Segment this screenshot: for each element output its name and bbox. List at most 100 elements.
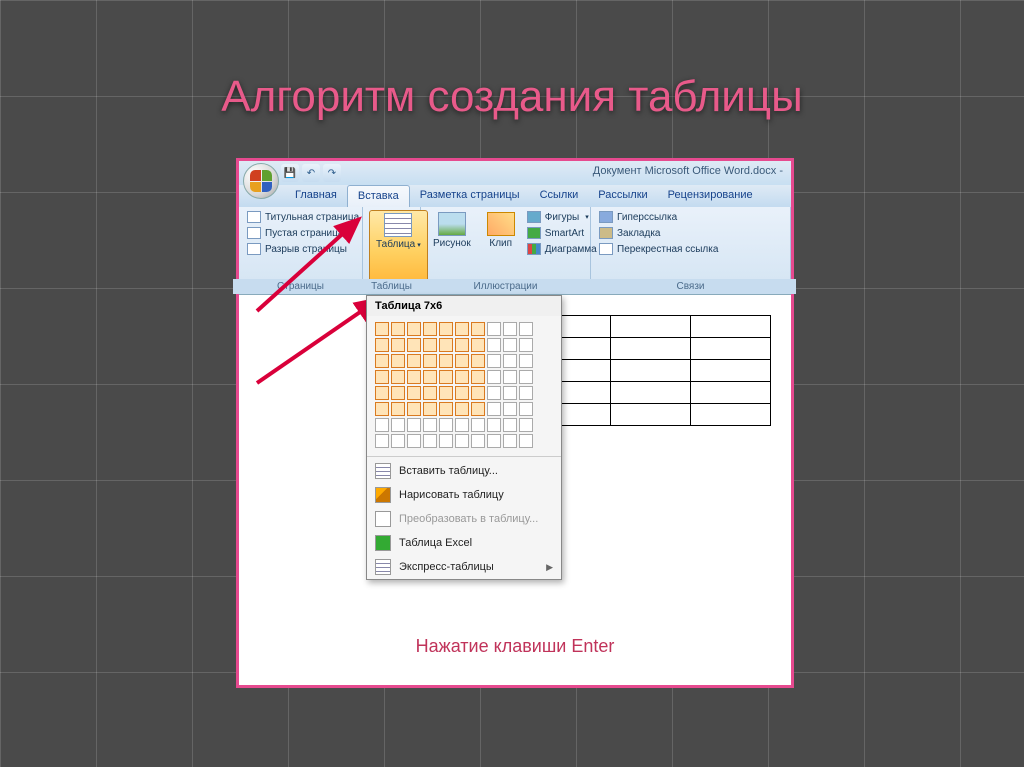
table-grid-picker[interactable]	[367, 316, 561, 454]
grid-cell[interactable]	[439, 354, 453, 368]
grid-cell[interactable]	[519, 402, 533, 416]
cmd-hyperlink[interactable]: Гиперссылка	[597, 210, 720, 224]
grid-cell[interactable]	[519, 354, 533, 368]
grid-cell[interactable]	[455, 354, 469, 368]
grid-cell[interactable]	[503, 434, 517, 448]
cmd-page-break[interactable]: Разрыв страницы	[245, 242, 361, 256]
grid-cell[interactable]	[519, 322, 533, 336]
grid-cell[interactable]	[519, 386, 533, 400]
grid-cell[interactable]	[407, 322, 421, 336]
grid-cell[interactable]	[503, 354, 517, 368]
grid-cell[interactable]	[391, 338, 405, 352]
grid-cell[interactable]	[487, 354, 501, 368]
grid-cell[interactable]	[423, 402, 437, 416]
grid-cell[interactable]	[375, 338, 389, 352]
grid-cell[interactable]	[439, 402, 453, 416]
grid-cell[interactable]	[407, 338, 421, 352]
grid-cell[interactable]	[439, 322, 453, 336]
grid-cell[interactable]	[375, 434, 389, 448]
grid-cell[interactable]	[375, 370, 389, 384]
grid-cell[interactable]	[487, 386, 501, 400]
dd-quick-tables[interactable]: Экспресс-таблицы▶	[367, 555, 561, 579]
office-button[interactable]	[243, 163, 279, 199]
cmd-crossref[interactable]: Перекрестная ссылка	[597, 242, 720, 256]
grid-cell[interactable]	[471, 338, 485, 352]
grid-cell[interactable]	[407, 354, 421, 368]
grid-cell[interactable]	[503, 370, 517, 384]
grid-cell[interactable]	[503, 418, 517, 432]
grid-cell[interactable]	[519, 418, 533, 432]
grid-cell[interactable]	[455, 434, 469, 448]
grid-cell[interactable]	[503, 386, 517, 400]
grid-cell[interactable]	[519, 370, 533, 384]
grid-cell[interactable]	[423, 354, 437, 368]
grid-cell[interactable]	[391, 354, 405, 368]
cmd-shapes[interactable]: Фигуры	[525, 210, 599, 224]
grid-cell[interactable]	[407, 418, 421, 432]
grid-cell[interactable]	[455, 322, 469, 336]
grid-cell[interactable]	[423, 370, 437, 384]
tab-home[interactable]: Главная	[285, 185, 347, 207]
grid-cell[interactable]	[487, 370, 501, 384]
grid-cell[interactable]	[423, 338, 437, 352]
cmd-cover-page[interactable]: Титульная страница	[245, 210, 361, 224]
grid-cell[interactable]	[423, 418, 437, 432]
grid-cell[interactable]	[471, 354, 485, 368]
grid-cell[interactable]	[407, 370, 421, 384]
grid-cell[interactable]	[439, 386, 453, 400]
qat-undo-icon[interactable]: ↶	[302, 164, 320, 182]
grid-cell[interactable]	[455, 386, 469, 400]
qat-redo-icon[interactable]: ↷	[323, 164, 341, 182]
cmd-smartart[interactable]: SmartArt	[525, 226, 599, 240]
grid-cell[interactable]	[487, 402, 501, 416]
grid-cell[interactable]	[471, 322, 485, 336]
tab-layout[interactable]: Разметка страницы	[410, 185, 530, 207]
tab-insert[interactable]: Вставка	[347, 185, 410, 207]
grid-cell[interactable]	[487, 338, 501, 352]
dd-insert-table[interactable]: Вставить таблицу...	[367, 459, 561, 483]
grid-cell[interactable]	[391, 418, 405, 432]
grid-cell[interactable]	[439, 418, 453, 432]
dd-draw-table[interactable]: Нарисовать таблицу	[367, 483, 561, 507]
grid-cell[interactable]	[375, 354, 389, 368]
grid-cell[interactable]	[407, 434, 421, 448]
grid-cell[interactable]	[391, 322, 405, 336]
grid-cell[interactable]	[471, 402, 485, 416]
grid-cell[interactable]	[503, 402, 517, 416]
grid-cell[interactable]	[391, 370, 405, 384]
grid-cell[interactable]	[391, 434, 405, 448]
grid-cell[interactable]	[487, 434, 501, 448]
grid-cell[interactable]	[471, 370, 485, 384]
dd-excel-table[interactable]: Таблица Excel	[367, 531, 561, 555]
cmd-chart[interactable]: Диаграмма	[525, 242, 599, 256]
grid-cell[interactable]	[471, 434, 485, 448]
grid-cell[interactable]	[503, 338, 517, 352]
grid-cell[interactable]	[503, 322, 517, 336]
cmd-blank-page[interactable]: Пустая страница	[245, 226, 361, 240]
tab-references[interactable]: Ссылки	[530, 185, 589, 207]
grid-cell[interactable]	[375, 386, 389, 400]
grid-cell[interactable]	[407, 402, 421, 416]
grid-cell[interactable]	[423, 386, 437, 400]
grid-cell[interactable]	[375, 418, 389, 432]
grid-cell[interactable]	[519, 434, 533, 448]
grid-cell[interactable]	[471, 386, 485, 400]
grid-cell[interactable]	[455, 402, 469, 416]
grid-cell[interactable]	[391, 386, 405, 400]
cmd-bookmark[interactable]: Закладка	[597, 226, 720, 240]
grid-cell[interactable]	[375, 322, 389, 336]
qat-save-icon[interactable]: 💾	[281, 164, 299, 182]
grid-cell[interactable]	[455, 370, 469, 384]
grid-cell[interactable]	[487, 322, 501, 336]
grid-cell[interactable]	[407, 386, 421, 400]
tab-review[interactable]: Рецензирование	[658, 185, 763, 207]
grid-cell[interactable]	[439, 338, 453, 352]
grid-cell[interactable]	[391, 402, 405, 416]
grid-cell[interactable]	[487, 418, 501, 432]
tab-mailings[interactable]: Рассылки	[588, 185, 657, 207]
grid-cell[interactable]	[439, 370, 453, 384]
grid-cell[interactable]	[375, 402, 389, 416]
grid-cell[interactable]	[423, 322, 437, 336]
grid-cell[interactable]	[455, 418, 469, 432]
grid-cell[interactable]	[423, 434, 437, 448]
